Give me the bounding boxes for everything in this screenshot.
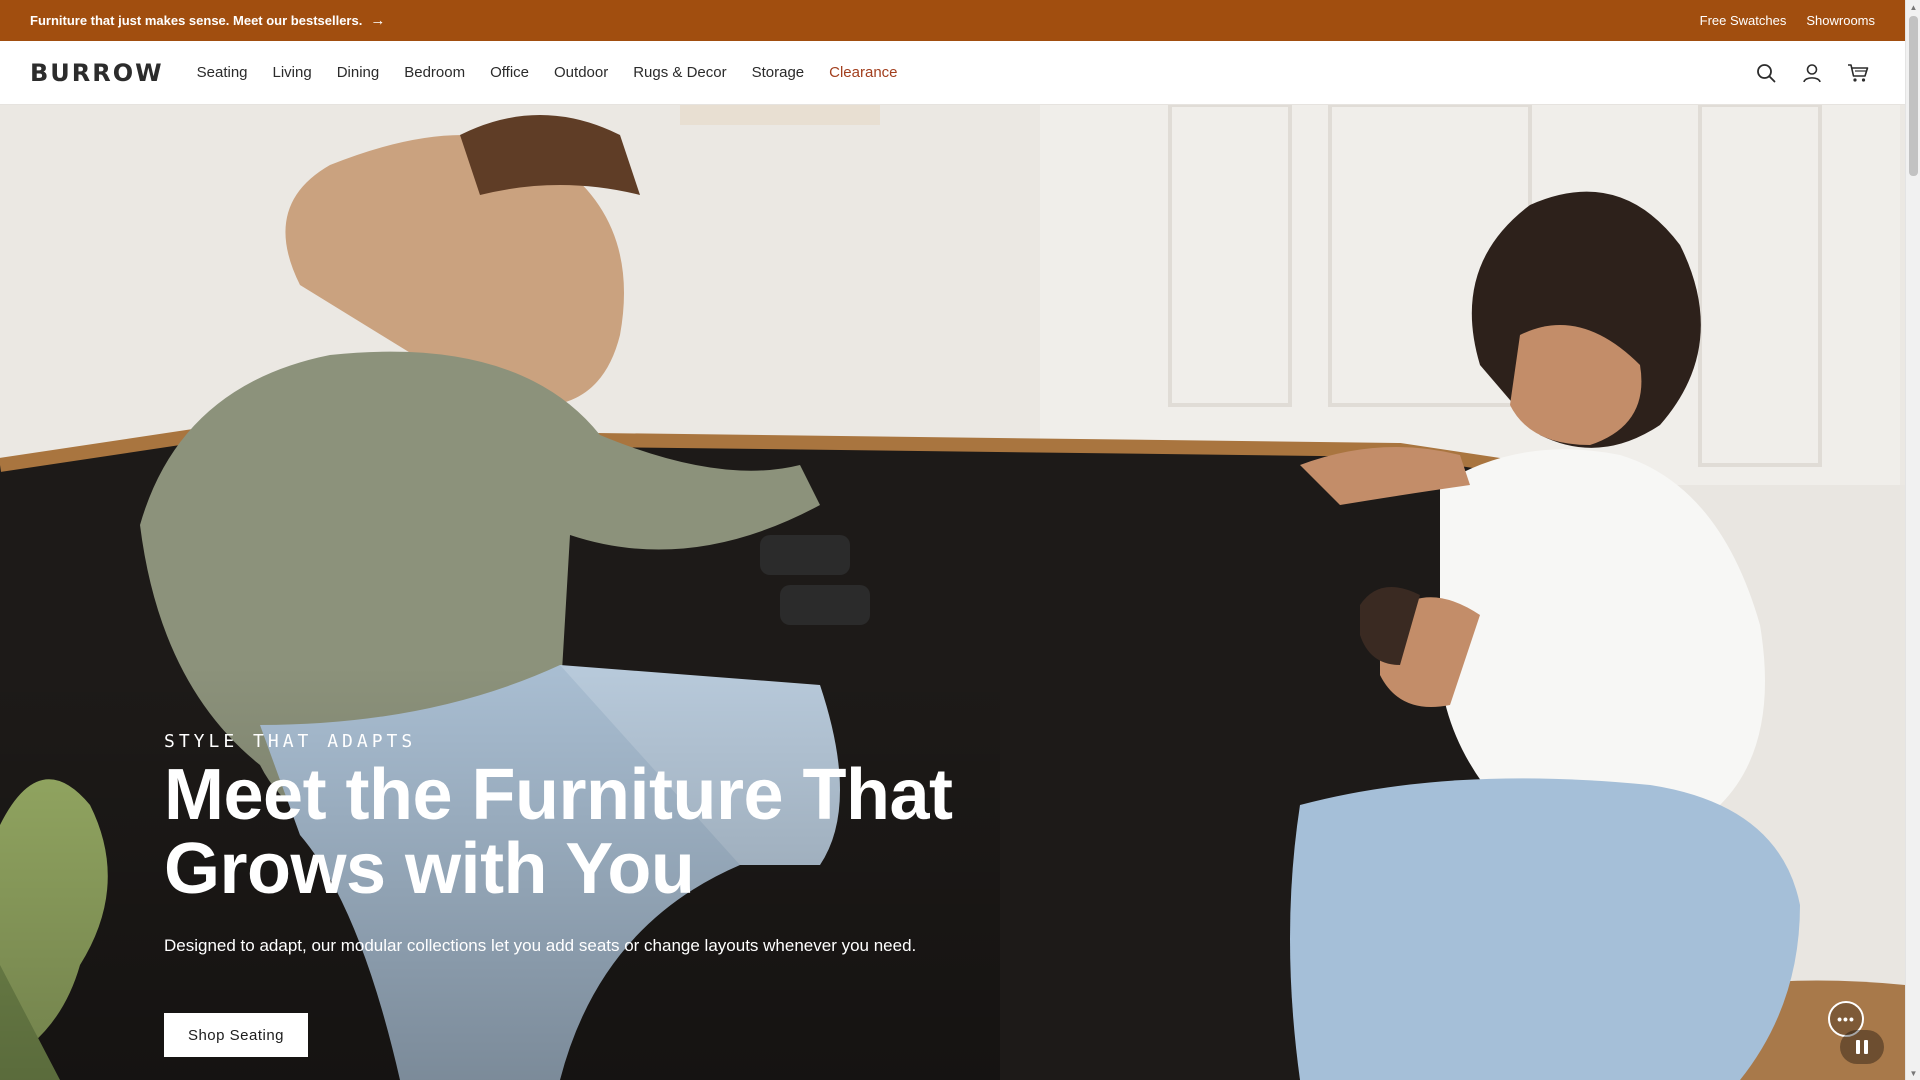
scroll-down-icon[interactable]: ▼: [1906, 1066, 1920, 1080]
arrow-right-icon: →: [370, 12, 386, 29]
nav-seating[interactable]: Seating: [197, 64, 248, 81]
cart-icon[interactable]: [1847, 62, 1869, 84]
announcement-bar: Furniture that just makes sense. Meet ou…: [0, 0, 1905, 41]
shop-seating-button[interactable]: Shop Seating: [164, 1013, 308, 1057]
hero-banner: STYLE THAT ADAPTS Meet the Furniture Tha…: [0, 105, 1905, 1080]
nav-outdoor[interactable]: Outdoor: [554, 64, 608, 81]
hero-copy: STYLE THAT ADAPTS Meet the Furniture Tha…: [164, 731, 1064, 956]
nav-clearance[interactable]: Clearance: [829, 64, 897, 81]
pause-icon-bar-left: [1856, 1040, 1860, 1054]
nav-living[interactable]: Living: [273, 64, 312, 81]
nav-dining[interactable]: Dining: [337, 64, 380, 81]
pause-icon-bar-right: [1864, 1040, 1868, 1054]
promo-text: Furniture that just makes sense. Meet ou…: [30, 13, 363, 28]
account-icon[interactable]: [1801, 62, 1823, 84]
showrooms-link[interactable]: Showrooms: [1806, 13, 1875, 28]
nav-rugs-decor[interactable]: Rugs & Decor: [633, 64, 726, 81]
hero-headline: Meet the Furniture That Grows with You: [164, 758, 1064, 906]
video-pause-button[interactable]: [1840, 1030, 1884, 1064]
brand-logo[interactable]: BURROW: [30, 61, 164, 85]
search-icon[interactable]: [1755, 62, 1777, 84]
hero-headline-line-2: Grows with You: [164, 829, 695, 909]
hero-headline-line-1: Meet the Furniture That: [164, 755, 953, 835]
utility-links: Free Swatches Showrooms: [1700, 13, 1875, 28]
header-actions: [1755, 62, 1869, 84]
more-dots-icon: •••: [1837, 1011, 1855, 1027]
nav-office[interactable]: Office: [490, 64, 529, 81]
scroll-up-icon[interactable]: ▲: [1906, 0, 1920, 14]
category-links: Seating Living Dining Bedroom Office Out…: [197, 64, 923, 81]
nav-storage[interactable]: Storage: [752, 64, 805, 81]
free-swatches-link[interactable]: Free Swatches: [1700, 13, 1787, 28]
scrollbar-thumb[interactable]: [1909, 16, 1918, 176]
main-navigation: BURROW Seating Living Dining Bedroom Off…: [0, 41, 1905, 105]
hero-eyebrow: STYLE THAT ADAPTS: [164, 731, 417, 752]
promo-link[interactable]: Furniture that just makes sense. Meet ou…: [30, 12, 385, 29]
hero-subline: Designed to adapt, our modular collectio…: [164, 936, 917, 955]
page-scrollbar[interactable]: ▲ ▼: [1905, 0, 1920, 1080]
nav-bedroom[interactable]: Bedroom: [404, 64, 465, 81]
